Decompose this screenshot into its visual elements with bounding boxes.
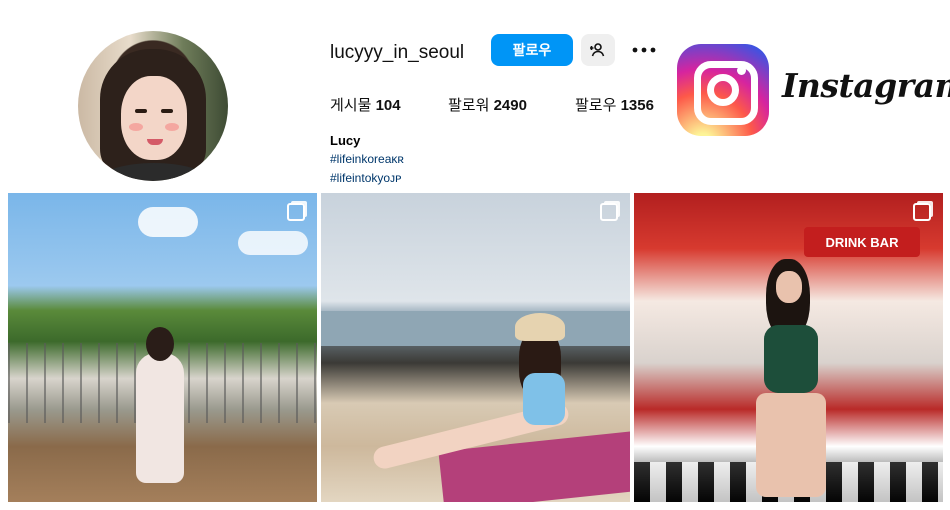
multiple-photos-icon bbox=[600, 203, 618, 221]
logo-dot bbox=[737, 66, 746, 75]
person-face bbox=[776, 271, 802, 303]
cloud-shape bbox=[238, 231, 308, 255]
more-options-button[interactable] bbox=[628, 38, 660, 62]
more-horizontal-icon bbox=[632, 47, 656, 53]
posts-count: 104 bbox=[375, 97, 401, 114]
profile-username: lucyyy_in_seoul bbox=[330, 42, 465, 63]
follow-button[interactable]: 팔로우 bbox=[491, 34, 573, 66]
avatar-eye-right bbox=[161, 109, 173, 113]
post-thumbnail[interactable] bbox=[321, 193, 630, 502]
post-thumbnail[interactable]: DRINK BAR bbox=[634, 193, 943, 502]
suggested-users-button[interactable] bbox=[581, 34, 615, 66]
bio-hashtag-link[interactable]: #lifeinkoreaᴋʀ bbox=[330, 152, 404, 166]
avatar-face bbox=[121, 76, 187, 160]
avatar-eye-left bbox=[135, 109, 147, 113]
multiple-photos-icon bbox=[287, 203, 305, 221]
bio-hashtag-link[interactable]: #lifeintokyoᴊᴘ bbox=[330, 171, 401, 185]
following-count: 1356 bbox=[620, 97, 654, 114]
drink-bar-sign: DRINK BAR bbox=[804, 227, 920, 257]
person-top bbox=[523, 373, 565, 425]
person-figure bbox=[746, 259, 836, 499]
followers-count: 2490 bbox=[493, 97, 527, 114]
avatar-blush-right bbox=[165, 123, 179, 131]
logo-lens bbox=[707, 74, 739, 106]
following-label: 팔로우 bbox=[575, 97, 617, 114]
person-top bbox=[764, 325, 818, 393]
person-hat bbox=[515, 313, 565, 341]
person-head bbox=[146, 327, 174, 361]
post-thumbnail[interactable] bbox=[8, 193, 317, 502]
person-legs bbox=[756, 393, 826, 497]
multiple-photos-icon bbox=[913, 203, 931, 221]
avatar-blush-left bbox=[129, 123, 143, 131]
add-user-icon bbox=[590, 43, 605, 57]
instagram-wordmark: Instagram bbox=[782, 66, 950, 105]
posts-stat: 게시물 104 bbox=[330, 94, 401, 115]
sea-shape bbox=[321, 311, 630, 346]
person-figure bbox=[136, 327, 184, 483]
profile-name: Lucy bbox=[330, 133, 361, 148]
cloud-shape bbox=[138, 207, 198, 237]
profile-avatar[interactable] bbox=[78, 31, 228, 181]
following-stat[interactable]: 팔로우 1356 bbox=[575, 94, 654, 115]
instagram-logo-icon bbox=[677, 44, 769, 136]
posts-label: 게시물 bbox=[330, 97, 372, 114]
followers-label: 팔로워 bbox=[448, 97, 490, 114]
person-figure bbox=[371, 313, 581, 483]
followers-stat[interactable]: 팔로워 2490 bbox=[448, 94, 527, 115]
